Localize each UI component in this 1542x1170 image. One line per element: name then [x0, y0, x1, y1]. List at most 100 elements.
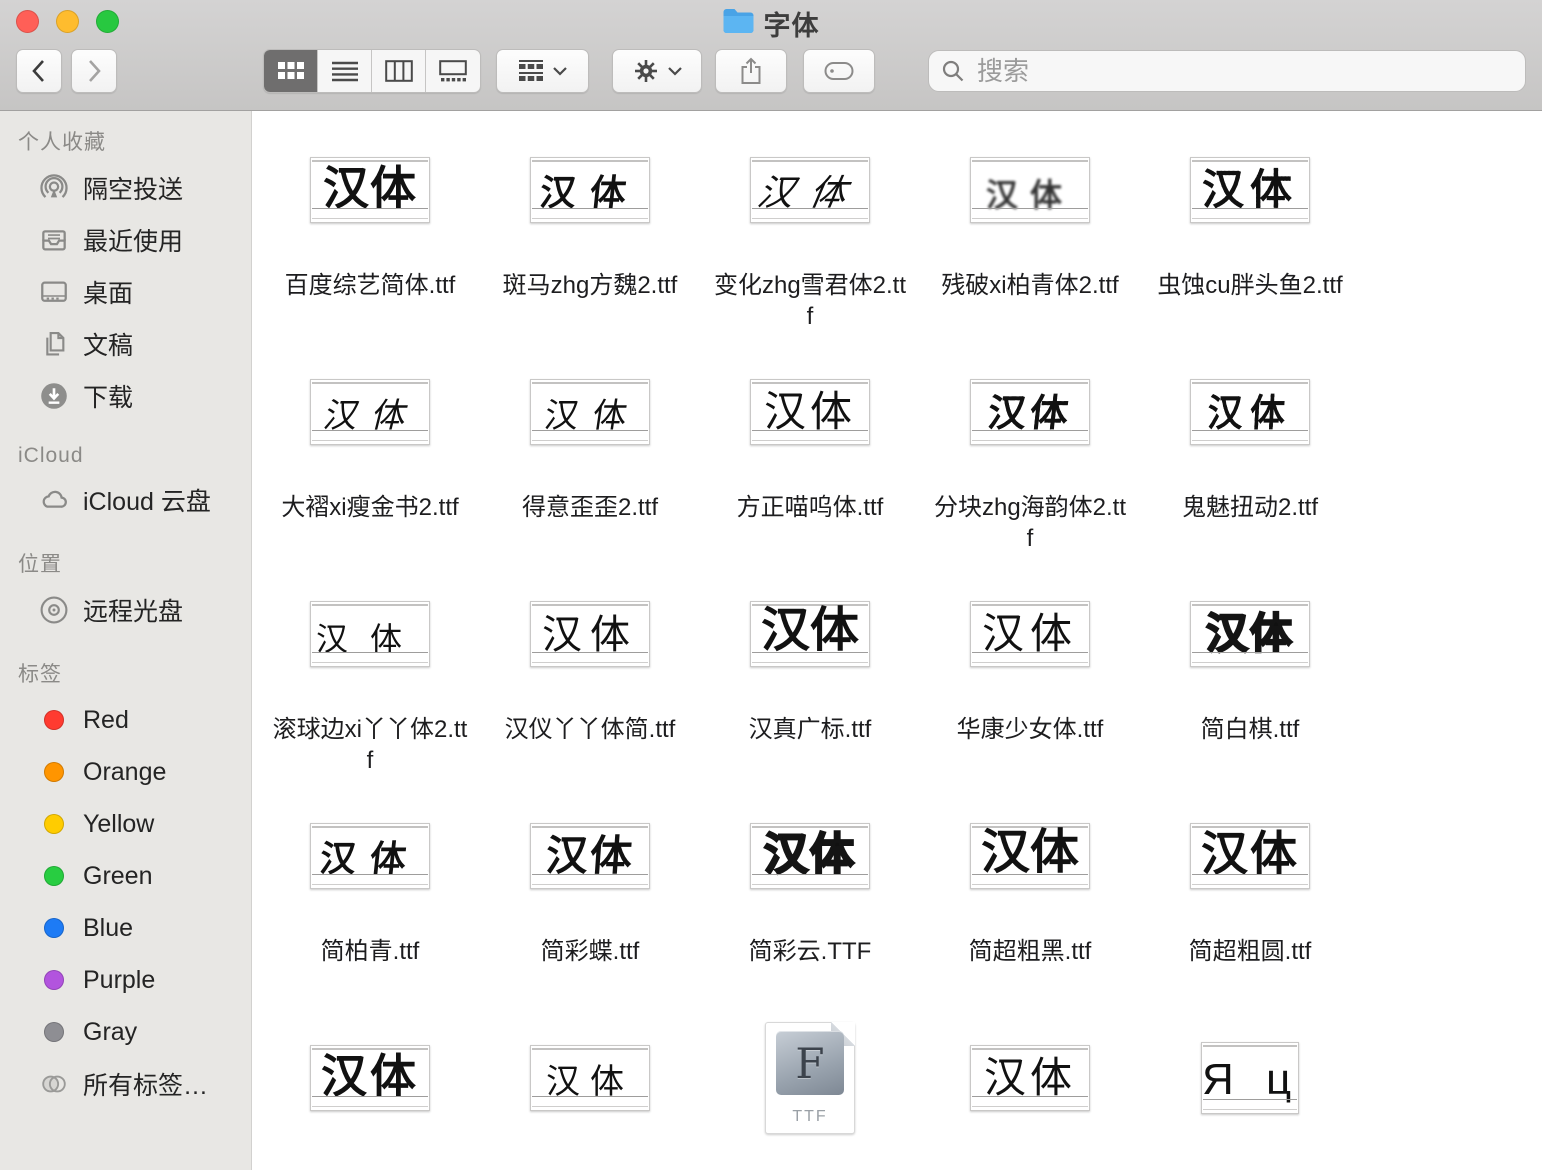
sidebar-item-airdrop[interactable]: 隔空投送: [0, 162, 251, 214]
file-item[interactable]: 汉体: [480, 1004, 700, 1170]
file-item[interactable]: 汉体 简超粗圆.ttf: [1140, 782, 1360, 1004]
file-label[interactable]: 简白棋.ttf: [1201, 714, 1300, 745]
font-preview[interactable]: 汉体: [970, 1045, 1090, 1111]
font-preview[interactable]: 汉体: [310, 601, 430, 667]
file-item[interactable]: 汉体 汉仪丫丫体简.ttf: [480, 560, 700, 782]
share-button[interactable]: [715, 49, 787, 93]
sidebar-item-tag-green[interactable]: Green: [0, 850, 251, 902]
font-preview[interactable]: 汉体: [750, 823, 870, 889]
file-label[interactable]: 百度综艺简体.ttf: [285, 270, 456, 301]
file-item[interactable]: 汉体 鬼魅扭动2.ttf: [1140, 338, 1360, 560]
file-item[interactable]: 汉体 滚球边xi丫丫体2.ttf: [260, 560, 480, 782]
sidebar-item-downloads[interactable]: 下载: [0, 370, 251, 422]
file-item[interactable]: 汉体 汉真广标.ttf: [700, 560, 920, 782]
minimize-button[interactable]: [56, 10, 79, 33]
file-item[interactable]: 汉体 简超粗黑.ttf: [920, 782, 1140, 1004]
file-label[interactable]: 汉仪丫丫体简.ttf: [505, 714, 676, 745]
sidebar-item-tag-blue[interactable]: Blue: [0, 902, 251, 954]
file-label[interactable]: 虫蚀cu胖头鱼2.ttf: [1157, 270, 1342, 301]
sidebar-item-tag-gray[interactable]: Gray: [0, 1006, 251, 1058]
sidebar-item-tag-orange[interactable]: Orange: [0, 746, 251, 798]
file-label[interactable]: 简彩蝶.ttf: [541, 936, 640, 967]
file-label[interactable]: 简柏青.ttf: [321, 936, 420, 967]
font-preview[interactable]: 汉体: [1190, 823, 1310, 889]
group-button[interactable]: [496, 49, 589, 93]
view-list-button[interactable]: [318, 50, 372, 92]
ttf-file-icon[interactable]: FTTF: [765, 1022, 855, 1134]
font-preview[interactable]: 汉体: [530, 379, 650, 445]
sidebar-item-documents[interactable]: 文稿: [0, 318, 251, 370]
file-label[interactable]: 变化zhg雪君体2.ttf: [711, 270, 909, 332]
file-label[interactable]: 简超粗黑.ttf: [969, 936, 1092, 967]
sidebar-item-recents[interactable]: 最近使用: [0, 214, 251, 266]
back-button[interactable]: [16, 49, 62, 93]
file-label[interactable]: 简超粗圆.ttf: [1189, 936, 1312, 967]
tag-button[interactable]: [803, 49, 875, 93]
file-item[interactable]: 汉体: [260, 1004, 480, 1170]
file-item[interactable]: 汉体 大褶xi瘦金书2.ttf: [260, 338, 480, 560]
file-item[interactable]: Я ц: [1140, 1004, 1360, 1170]
file-item[interactable]: 汉体: [920, 1004, 1140, 1170]
font-preview[interactable]: 汉体: [970, 823, 1090, 889]
file-item[interactable]: 汉体 虫蚀cu胖头鱼2.ttf: [1140, 116, 1360, 338]
font-preview[interactable]: 汉体: [970, 601, 1090, 667]
font-preview[interactable]: 汉体: [530, 601, 650, 667]
file-item[interactable]: 汉体 简彩蝶.ttf: [480, 782, 700, 1004]
search-input[interactable]: [975, 55, 1513, 88]
view-grid-button[interactable]: [264, 50, 318, 92]
file-label[interactable]: 残破xi柏青体2.ttf: [941, 270, 1118, 301]
file-label[interactable]: 滚球边xi丫丫体2.ttf: [271, 714, 469, 776]
file-item[interactable]: 汉体 残破xi柏青体2.ttf: [920, 116, 1140, 338]
file-item[interactable]: 汉体 方正喵呜体.ttf: [700, 338, 920, 560]
font-preview[interactable]: 汉体: [310, 157, 430, 223]
font-preview[interactable]: 汉体: [970, 379, 1090, 445]
file-label[interactable]: 大褶xi瘦金书2.ttf: [281, 492, 458, 523]
font-preview[interactable]: 汉体: [1190, 379, 1310, 445]
zoom-button[interactable]: [96, 10, 119, 33]
file-label[interactable]: 斑马zhg方魏2.ttf: [503, 270, 678, 301]
font-preview[interactable]: 汉体: [970, 157, 1090, 223]
file-item[interactable]: 汉体 斑马zhg方魏2.ttf: [480, 116, 700, 338]
font-preview[interactable]: Я ц: [1201, 1042, 1299, 1114]
file-label[interactable]: 得意歪歪2.ttf: [522, 492, 658, 523]
file-item[interactable]: 汉体 简彩云.TTF: [700, 782, 920, 1004]
close-button[interactable]: [16, 10, 39, 33]
file-item[interactable]: 汉体 分块zhg海韵体2.ttf: [920, 338, 1140, 560]
file-label[interactable]: 华康少女体.ttf: [957, 714, 1104, 745]
font-preview[interactable]: 汉体: [310, 379, 430, 445]
file-label[interactable]: 汉真广标.ttf: [749, 714, 872, 745]
view-gallery-button[interactable]: [426, 50, 480, 92]
file-item[interactable]: 汉体 简白棋.ttf: [1140, 560, 1360, 782]
sidebar-item-icloud-drive[interactable]: iCloud 云盘: [0, 474, 251, 526]
file-item[interactable]: 汉体 百度综艺简体.ttf: [260, 116, 480, 338]
file-item[interactable]: 汉体 得意歪歪2.ttf: [480, 338, 700, 560]
sidebar-item-tag-purple[interactable]: Purple: [0, 954, 251, 1006]
file-item[interactable]: FTTF: [700, 1004, 920, 1170]
sidebar-item-all-tags[interactable]: 所有标签…: [0, 1058, 251, 1110]
file-label[interactable]: 鬼魅扭动2.ttf: [1182, 492, 1318, 523]
font-preview[interactable]: 汉体: [750, 379, 870, 445]
file-item[interactable]: 汉体 变化zhg雪君体2.ttf: [700, 116, 920, 338]
file-label[interactable]: 分块zhg海韵体2.ttf: [931, 492, 1129, 554]
font-preview[interactable]: 汉体: [310, 1045, 430, 1111]
sidebar-item-remote-disc[interactable]: 远程光盘: [0, 584, 251, 636]
file-item[interactable]: 汉体 华康少女体.ttf: [920, 560, 1140, 782]
sidebar-item-tag-yellow[interactable]: Yellow: [0, 798, 251, 850]
forward-button[interactable]: [71, 49, 117, 93]
font-preview[interactable]: 汉体: [530, 823, 650, 889]
font-preview[interactable]: 汉体: [750, 601, 870, 667]
file-item[interactable]: 汉体 简柏青.ttf: [260, 782, 480, 1004]
font-preview[interactable]: 汉体: [530, 1045, 650, 1111]
action-button[interactable]: [612, 49, 702, 93]
font-preview[interactable]: 汉体: [750, 157, 870, 223]
file-label[interactable]: 方正喵呜体.ttf: [737, 492, 884, 523]
font-preview[interactable]: 汉体: [1190, 601, 1310, 667]
sidebar-item-tag-red[interactable]: Red: [0, 694, 251, 746]
font-preview[interactable]: 汉体: [530, 157, 650, 223]
sidebar-item-desktop[interactable]: 桌面: [0, 266, 251, 318]
file-label[interactable]: 简彩云.TTF: [749, 936, 872, 967]
font-preview[interactable]: 汉体: [1190, 157, 1310, 223]
view-columns-button[interactable]: [372, 50, 426, 92]
font-sample-text: 汉体: [531, 615, 649, 655]
font-preview[interactable]: 汉体: [310, 823, 430, 889]
